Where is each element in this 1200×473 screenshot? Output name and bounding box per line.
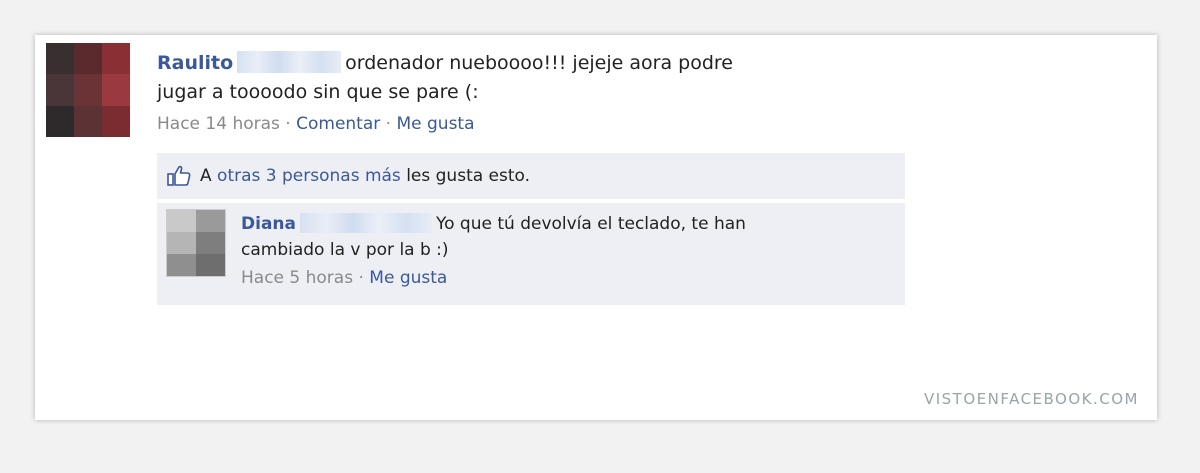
blurred-surname xyxy=(237,51,342,73)
post-author[interactable]: Raulito xyxy=(157,52,233,74)
separator: · xyxy=(353,268,370,288)
comment-avatar[interactable] xyxy=(166,209,226,277)
blurred-surname xyxy=(299,213,432,233)
post-text-line2: jugar a toooodo sin que se pare (: xyxy=(157,81,479,103)
likes-bar: A otras 3 personas más les gusta esto. xyxy=(157,153,905,199)
comment-time[interactable]: Hace 5 horas xyxy=(241,268,353,288)
pixelated-avatar[interactable] xyxy=(46,43,130,137)
comment-author[interactable]: Diana xyxy=(241,214,296,234)
post-text-line1: ordenador nueboooo!!! jejeje aora podre xyxy=(345,52,733,74)
separator: · xyxy=(380,114,397,134)
comment-text-line1: Yo que tú devolvía el teclado, te han xyxy=(435,214,746,234)
comment-link[interactable]: Comentar xyxy=(296,114,380,134)
likes-prefix: A xyxy=(200,166,212,186)
comment-like-link[interactable]: Me gusta xyxy=(369,268,447,288)
separator: · xyxy=(279,114,297,134)
comment-meta: Hace 5 horas · Me gusta xyxy=(241,268,881,288)
post-meta: Hace 14 horas · Comentar · Me gusta xyxy=(157,114,897,134)
watermark: VISTOENFACEBOOK.COM xyxy=(923,390,1139,408)
thumbs-up-icon xyxy=(167,165,191,186)
likes-suffix: les gusta esto. xyxy=(406,166,531,186)
post-time[interactable]: Hace 14 horas xyxy=(157,114,280,134)
comment-text-line2: cambiado la v por la b :) xyxy=(241,240,449,260)
post-content: Raulito ordenador nueboooo!!! jejeje aora… xyxy=(157,49,897,134)
comment-block: Diana Yo que tú devolvía el teclado, te h… xyxy=(157,203,905,305)
like-link[interactable]: Me gusta xyxy=(396,114,474,134)
comment-text: Diana Yo que tú devolvía el teclado, te h… xyxy=(241,211,881,237)
comment-body: Diana Yo que tú devolvía el teclado, te h… xyxy=(241,211,881,288)
facebook-post-card: Raulito ordenador nueboooo!!! jejeje aora… xyxy=(35,35,1157,420)
likes-people-link[interactable]: otras 3 personas más xyxy=(217,166,401,186)
post-text: Raulito ordenador nueboooo!!! jejeje aora… xyxy=(157,49,897,78)
